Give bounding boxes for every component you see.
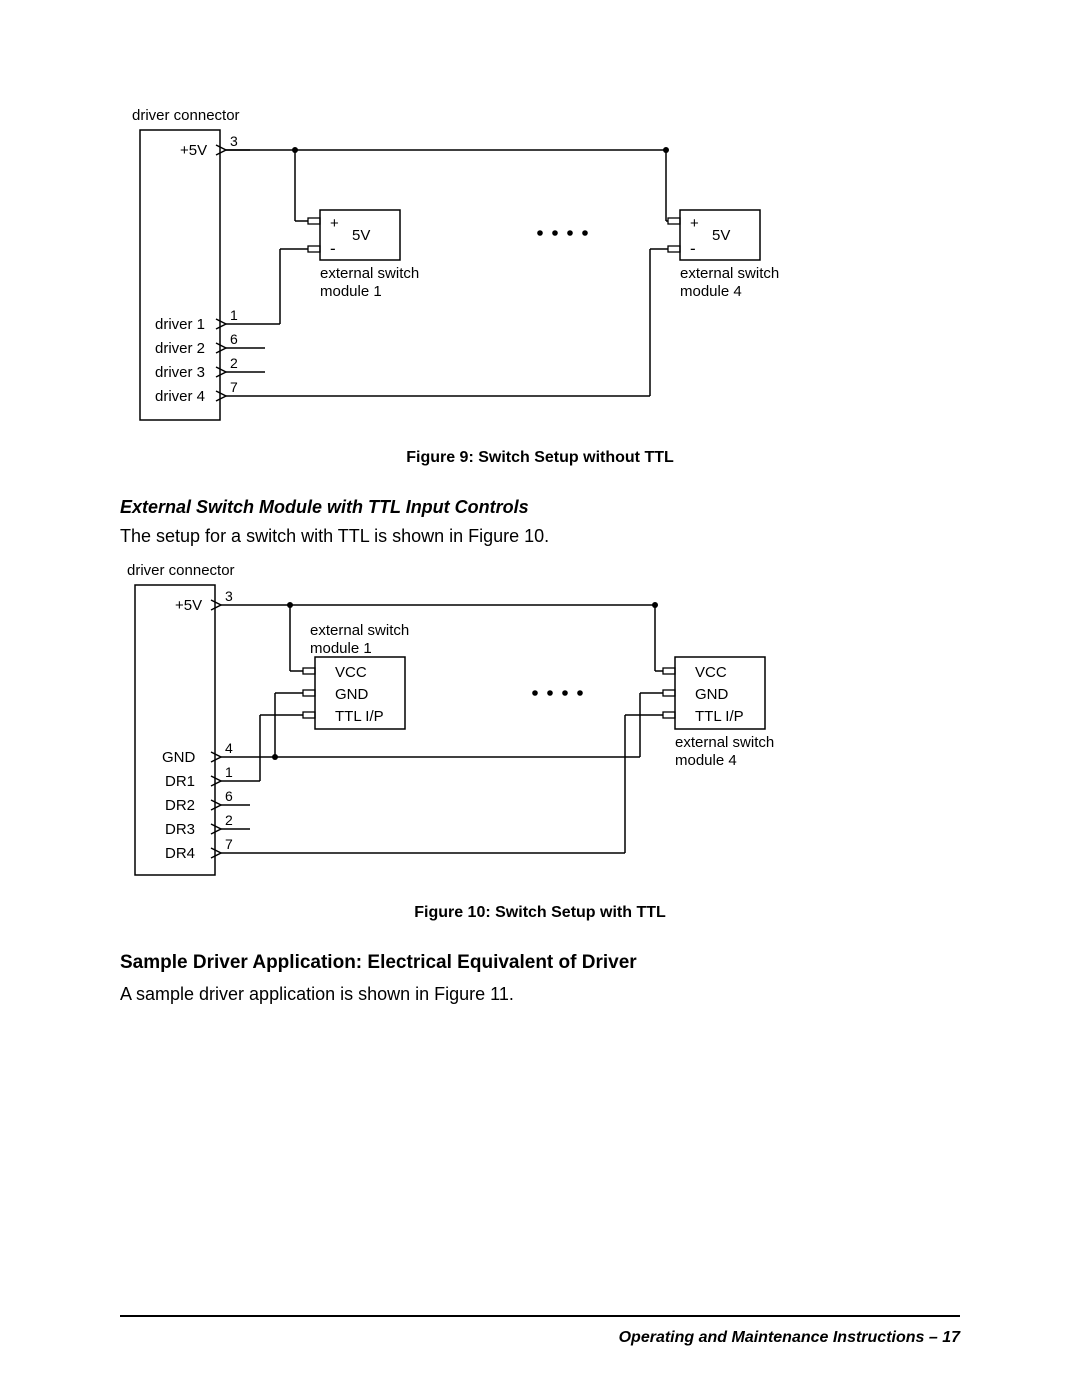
f10-gnd-left: GND: [162, 749, 196, 766]
f10-extmod1-l2: module 1: [310, 640, 372, 657]
label-extmod4-l1: external switch: [680, 265, 779, 282]
label-plus5v: +5V: [180, 142, 207, 159]
f10-pin4: 4: [225, 740, 233, 756]
f10-pin6: 6: [225, 788, 233, 804]
f10-vcc4: VCC: [695, 664, 727, 681]
label-pin6: 6: [230, 331, 238, 347]
label-extmod1-l1: external switch: [320, 265, 419, 282]
f10-ttlip1: TTL I/P: [335, 708, 384, 725]
figure-10-svg: driver connector +5V 3 external switch m…: [120, 555, 840, 885]
f10-ttlip4: TTL I/P: [695, 708, 744, 725]
f10-extmod1-l1: external switch: [310, 622, 409, 639]
figure-9-caption: Figure 9: Switch Setup without TTL: [120, 449, 960, 467]
f10-pin3: 3: [225, 588, 233, 604]
label-driver1: driver 1: [155, 316, 205, 333]
label-plus-4: +: [690, 215, 699, 232]
f10-pin7: 7: [225, 836, 233, 852]
f10-extmod4-l2: module 4: [675, 752, 737, 769]
figure-10: driver connector +5V 3 external switch m…: [120, 555, 960, 890]
label-extmod1-l2: module 1: [320, 283, 382, 300]
section-sample-text: A sample driver application is shown in …: [120, 984, 960, 1005]
label-minus-1: -: [330, 239, 336, 258]
label-driver4: driver 4: [155, 388, 205, 405]
label-extmod4-l2: module 4: [680, 283, 742, 300]
f10-driver-connector: driver connector: [127, 562, 235, 579]
page: driver connector +5V 3 + 5V - external s…: [0, 0, 1080, 1397]
f10-dr3: DR3: [165, 821, 195, 838]
footer-text: Operating and Maintenance Instructions –…: [619, 1329, 960, 1347]
label-5v-4: 5V: [712, 227, 730, 244]
f10-dr2: DR2: [165, 797, 195, 814]
label-plus-1: +: [330, 215, 339, 232]
label-driver3: driver 3: [155, 364, 205, 381]
f10-vcc1: VCC: [335, 664, 367, 681]
section-ttl-text: The setup for a switch with TTL is shown…: [120, 526, 960, 547]
label-pin1: 1: [230, 307, 238, 323]
figure-10-caption: Figure 10: Switch Setup with TTL: [120, 904, 960, 922]
label-5v-1: 5V: [352, 227, 370, 244]
label-pin2: 2: [230, 355, 238, 371]
figure-9-svg: driver connector +5V 3 + 5V - external s…: [120, 100, 840, 430]
section-sample-title: Sample Driver Application: Electrical Eq…: [120, 952, 960, 974]
f10-pin1: 1: [225, 764, 233, 780]
f10-dr4: DR4: [165, 845, 195, 862]
section-ttl-title: External Switch Module with TTL Input Co…: [120, 497, 960, 518]
label-driver2: driver 2: [155, 340, 205, 357]
label-driver-connector: driver connector: [132, 107, 240, 124]
label-pin7: 7: [230, 379, 238, 395]
f10-gnd1: GND: [335, 686, 369, 703]
figure-9: driver connector +5V 3 + 5V - external s…: [120, 100, 960, 435]
label-minus-4: -: [690, 239, 696, 258]
f10-dr1: DR1: [165, 773, 195, 790]
label-pin3: 3: [230, 133, 238, 149]
f10-pin2: 2: [225, 812, 233, 828]
f10-plus5v: +5V: [175, 597, 202, 614]
footer-rule: [120, 1315, 960, 1317]
f10-gnd4: GND: [695, 686, 729, 703]
f10-extmod4-l1: external switch: [675, 734, 774, 751]
